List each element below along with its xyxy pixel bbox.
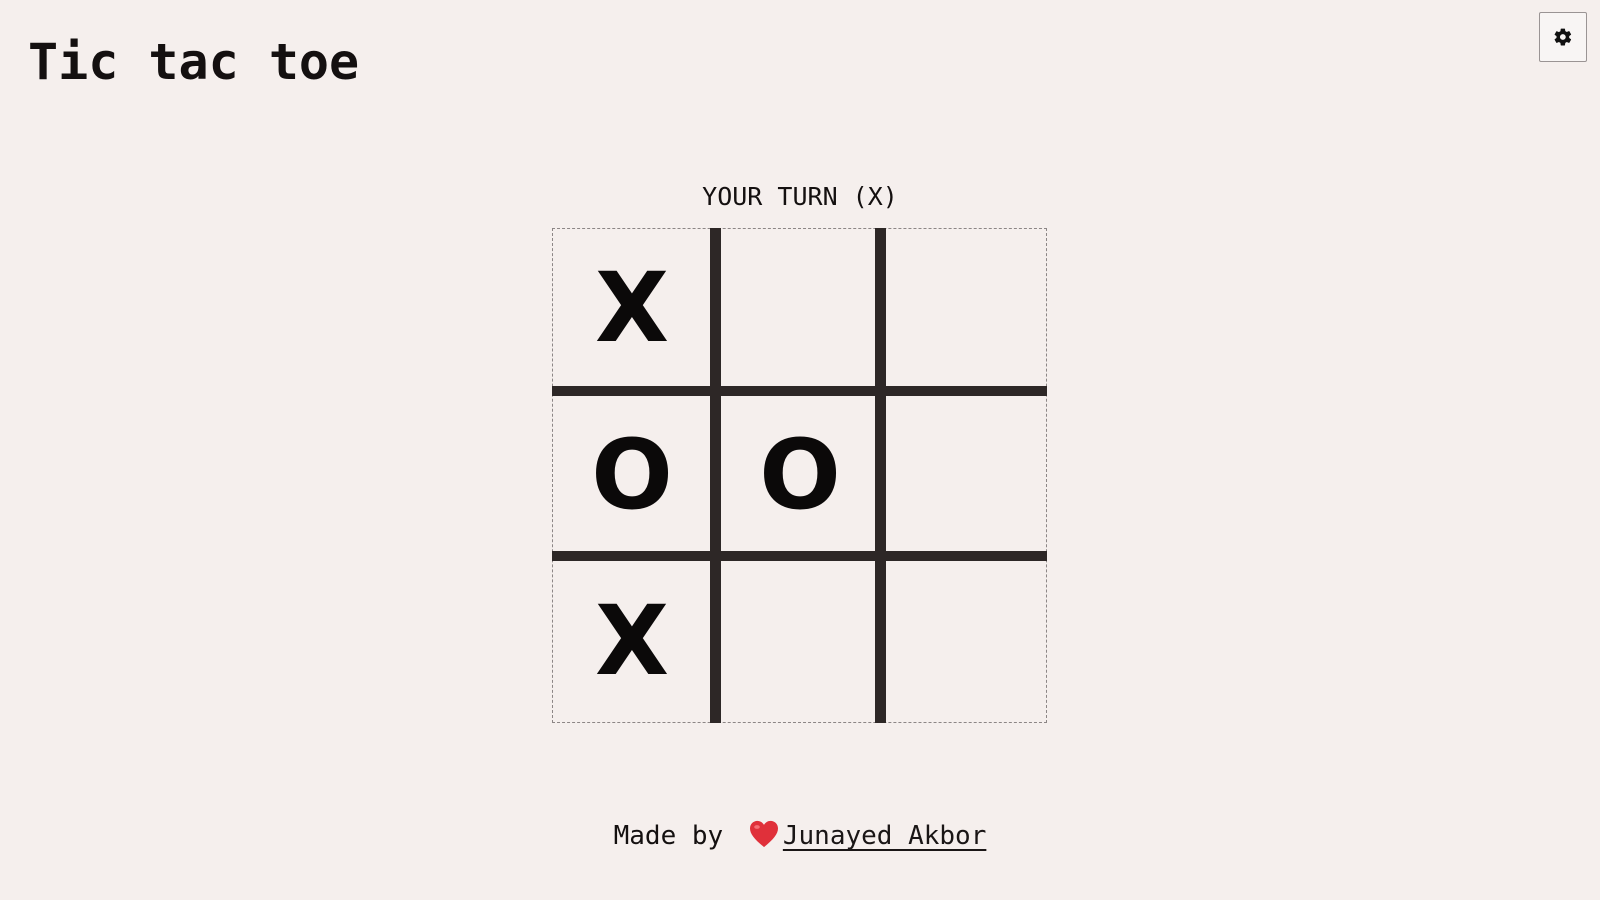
settings-button[interactable] (1539, 12, 1587, 62)
board-cell-r2-c3[interactable] (886, 396, 1044, 554)
board-cell-r1-c3[interactable] (886, 229, 1044, 387)
game-board: X O O X (552, 228, 1047, 723)
grid-line-vertical-1 (710, 228, 721, 723)
page: Tic tac toe YOUR TURN (X) X O O X Made b… (0, 0, 1600, 900)
board-cell-r3-c3[interactable] (886, 562, 1044, 720)
heart-icon (749, 820, 779, 858)
grid-line-horizontal-1 (552, 386, 1047, 396)
page-title: Tic tac toe (28, 33, 360, 91)
footer: Made by Junayed Akbor (0, 818, 1600, 858)
board-cell-r1-c1[interactable]: X (553, 229, 711, 387)
author-link[interactable]: Junayed Akbor (783, 821, 987, 851)
board-cell-r3-c2[interactable] (721, 562, 879, 720)
board-cell-r3-c1[interactable]: X (553, 562, 711, 720)
gear-icon (1553, 27, 1573, 47)
board-cell-r1-c2[interactable] (721, 229, 879, 387)
turn-status: YOUR TURN (X) (702, 182, 898, 211)
board-cell-r2-c1[interactable]: O (553, 396, 711, 554)
made-by-text: Made by (613, 821, 724, 851)
board-cell-r2-c2[interactable]: O (721, 396, 879, 554)
